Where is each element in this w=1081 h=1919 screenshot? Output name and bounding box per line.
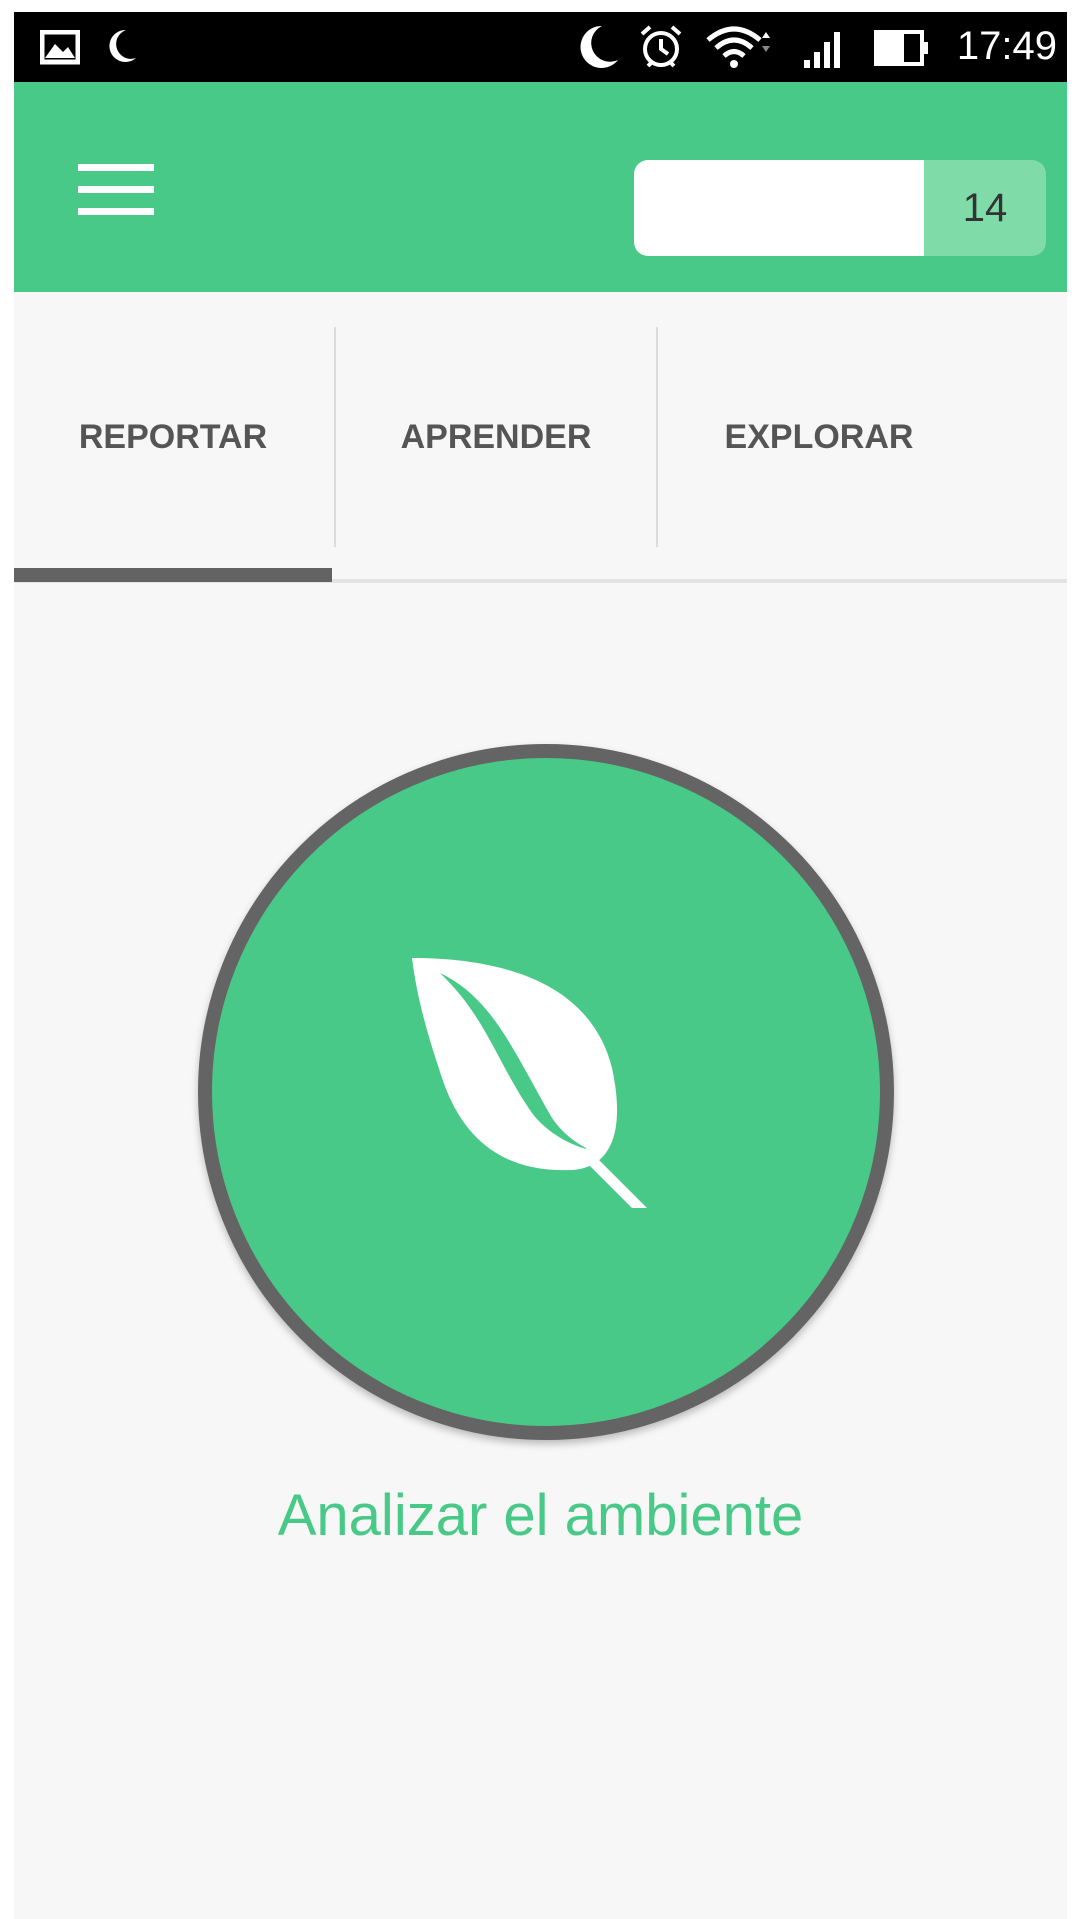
leaf-icon	[412, 958, 647, 1208]
search-input[interactable]	[634, 160, 924, 256]
tab-explorar[interactable]: EXPLORAR	[658, 292, 980, 582]
moon-icon	[109, 29, 136, 62]
gallery-icon	[40, 30, 80, 65]
status-bar: 17:49	[14, 12, 1067, 82]
battery-icon	[874, 30, 928, 66]
app-screen: 17:49 14 REPORTAR APRENDER EXPLORAR Anal…	[14, 12, 1067, 1919]
tab-reportar[interactable]: REPORTAR	[14, 292, 332, 582]
hamburger-menu-icon	[78, 164, 154, 215]
app-bar: 14	[14, 82, 1067, 292]
alarm-icon	[640, 25, 682, 68]
active-tab-indicator	[14, 568, 332, 582]
tab-aprender[interactable]: APRENDER	[336, 292, 656, 582]
search-box: 14	[634, 160, 1046, 256]
search-count-badge: 14	[924, 160, 1046, 256]
night-mode-icon	[580, 25, 618, 68]
menu-button[interactable]	[78, 162, 154, 218]
tab-bar: REPORTAR APRENDER EXPLORAR	[14, 292, 1067, 583]
analyze-environment-label: Analizar el ambiente	[277, 1483, 804, 1548]
analyze-environment-button[interactable]	[198, 744, 894, 1440]
status-time: 17:49	[956, 24, 1057, 68]
signal-icon	[804, 32, 840, 68]
wifi-icon	[706, 26, 770, 68]
